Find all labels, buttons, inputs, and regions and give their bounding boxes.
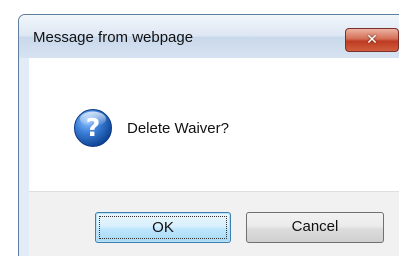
page: Message from webpage ✕ ? Delete Waiver? …: [0, 0, 399, 256]
svg-text:?: ?: [86, 113, 101, 142]
cancel-button[interactable]: Cancel: [246, 212, 384, 243]
dialog-title: Message from webpage: [33, 29, 194, 46]
button-bar: OK Cancel: [29, 191, 399, 256]
dialog-titlebar[interactable]: Message from webpage ✕: [19, 15, 399, 58]
dialog-message: Delete Waiver?: [127, 120, 229, 137]
ok-button-label: OK: [99, 216, 227, 239]
ok-button[interactable]: OK: [95, 212, 231, 243]
close-icon: ✕: [366, 32, 378, 48]
close-button[interactable]: ✕: [345, 28, 399, 52]
message-dialog: Message from webpage ✕ ? Delete Waiver? …: [18, 14, 399, 256]
dialog-content: ? Delete Waiver?: [29, 58, 399, 191]
question-icon: ?: [74, 109, 112, 147]
